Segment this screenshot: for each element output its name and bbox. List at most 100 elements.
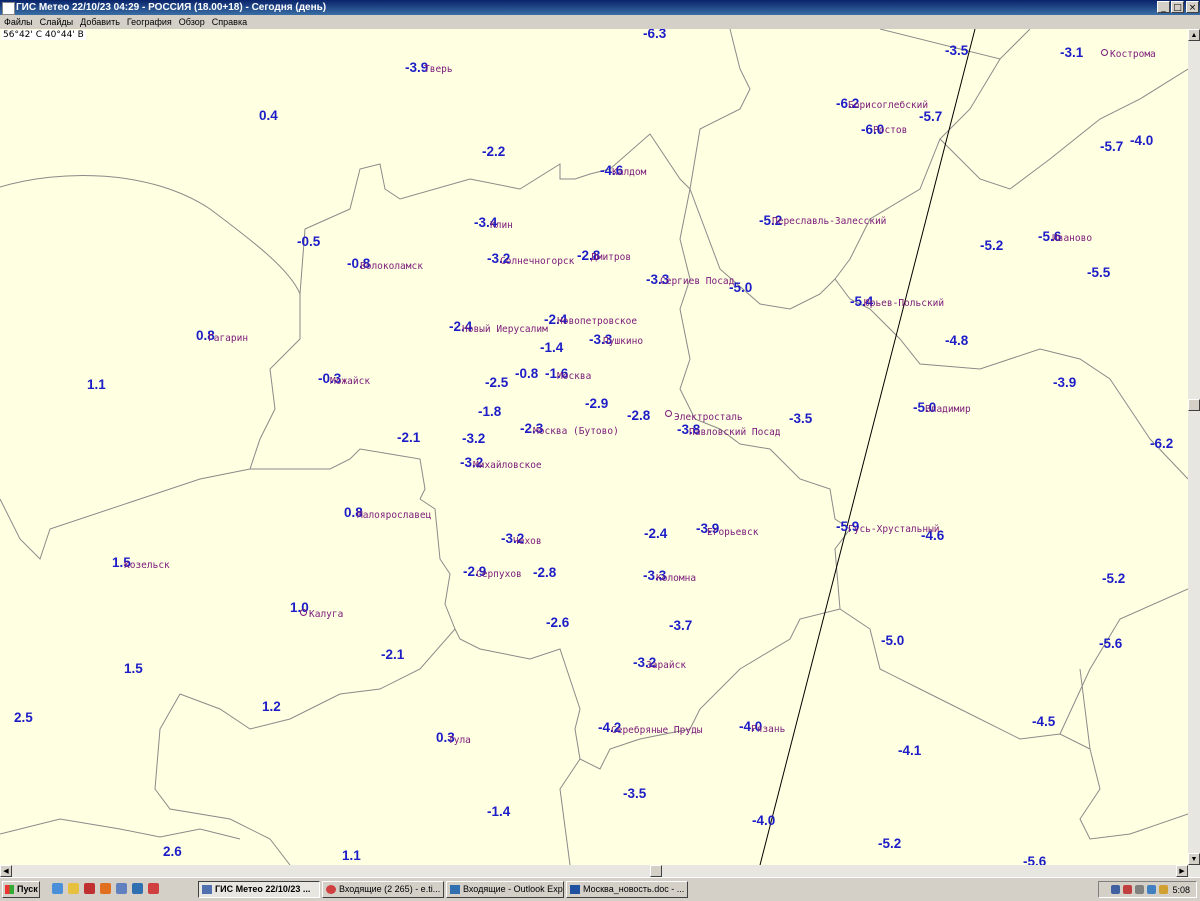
language-icon[interactable]	[1159, 885, 1168, 894]
temperature-label: -6.3	[643, 29, 667, 41]
temperature-label: -3.5	[623, 786, 647, 801]
city-label[interactable]: Зарайск	[646, 660, 686, 671]
start-label: Пуск	[17, 884, 38, 894]
task-label: ГИС Метео 22/10/23 ...	[215, 884, 311, 894]
start-button[interactable]: Пуск	[2, 881, 40, 898]
network-icon[interactable]	[1111, 885, 1120, 894]
city-label[interactable]: Сергиев Посад	[660, 276, 734, 287]
city-marker	[1101, 49, 1108, 56]
scroll-right-arrow-icon[interactable]: ▶	[1176, 865, 1188, 877]
close-button[interactable]: ×	[1186, 1, 1199, 13]
temperature-label: -5.0	[881, 633, 905, 648]
city-label[interactable]: Солнечногорск	[500, 256, 574, 267]
city-label[interactable]: Новопетровское	[557, 316, 637, 327]
volume-icon[interactable]	[1135, 885, 1144, 894]
city-label[interactable]: Гусь-Хрустальный	[848, 524, 940, 535]
city-label[interactable]: Калдом	[612, 167, 646, 178]
task-chrome-inbox[interactable]: Входящие (2 265) - e.ti...	[322, 881, 444, 898]
city-label[interactable]: Новый Иерусалим	[462, 324, 548, 335]
city-label[interactable]: Тула	[448, 735, 471, 746]
restore-button[interactable]: □	[1171, 1, 1184, 13]
taskbar: Пуск ГИС Метео 22/10/23 ... Входящие (2 …	[0, 877, 1200, 901]
city-label[interactable]: Тверь	[424, 64, 453, 75]
temperature-label: -5.2	[980, 238, 1004, 253]
vertical-scroll-thumb[interactable]	[1188, 399, 1200, 411]
city-label[interactable]: Чехов	[513, 536, 542, 547]
temperature-label: -2.1	[381, 647, 405, 662]
temperature-label: -5.5	[1087, 265, 1111, 280]
minimize-button[interactable]: _	[1157, 1, 1170, 13]
menu-file[interactable]: Файлы	[4, 17, 33, 27]
outlook-icon	[450, 885, 460, 894]
task-word-doc[interactable]: Москва_новость.doc - ...	[566, 881, 688, 898]
city-label[interactable]: Иваново	[1052, 233, 1092, 244]
temperature-label: -0.8	[515, 366, 539, 381]
tray-app-icon[interactable]	[1147, 885, 1156, 894]
city-label[interactable]: Можайск	[330, 376, 370, 387]
temperature-label: -3.2	[462, 431, 486, 446]
horizontal-scroll-thumb[interactable]	[650, 865, 662, 877]
city-label[interactable]: Серпухов	[476, 569, 522, 580]
city-label[interactable]: Дмитров	[591, 252, 631, 263]
task-gis-meteo[interactable]: ГИС Метео 22/10/23 ...	[198, 881, 320, 898]
city-label[interactable]: Переславль-Залесский	[772, 216, 886, 227]
city-label[interactable]: Москва (Бутово)	[533, 426, 619, 437]
city-marker	[665, 410, 672, 417]
folder-icon[interactable]	[68, 883, 79, 894]
app-icon	[2, 2, 15, 15]
city-label[interactable]: Калуга	[309, 609, 343, 620]
temperature-label: -1.8	[478, 404, 502, 419]
menu-slides[interactable]: Слайды	[40, 17, 74, 27]
city-label[interactable]: Рязань	[751, 724, 785, 735]
city-label[interactable]: Коломна	[656, 573, 696, 584]
chrome-icon[interactable]	[148, 883, 159, 894]
city-label[interactable]: Козельск	[124, 560, 170, 571]
scroll-down-arrow-icon[interactable]: ▼	[1188, 853, 1200, 865]
menu-geography[interactable]: География	[127, 17, 172, 27]
task-outlook-express[interactable]: Входящие - Outlook Exp...	[446, 881, 564, 898]
word-icon	[570, 885, 580, 894]
city-label[interactable]: Ростов	[873, 125, 907, 136]
desktop-icon[interactable]	[116, 883, 127, 894]
scroll-left-arrow-icon[interactable]: ◀	[0, 865, 12, 877]
ie-icon[interactable]	[52, 883, 63, 894]
city-label[interactable]: Егорьевск	[707, 527, 758, 538]
region-borders	[0, 29, 1188, 865]
city-label[interactable]: Клин	[490, 220, 513, 231]
city-label[interactable]: Юрьев-Польский	[864, 298, 944, 309]
temperature-label: 1.1	[87, 377, 106, 392]
city-label[interactable]: Владимир	[925, 404, 971, 415]
task-label: Москва_новость.doc - ...	[583, 884, 685, 894]
city-label[interactable]: Малоярославец	[357, 510, 431, 521]
temperature-label: 0.4	[259, 108, 278, 123]
city-label[interactable]: Пушкино	[603, 336, 643, 347]
antivirus-icon[interactable]	[1123, 885, 1132, 894]
temperature-label: 2.5	[14, 710, 33, 725]
task-label: Входящие (2 265) - e.ti...	[339, 884, 441, 894]
scroll-up-arrow-icon[interactable]: ▲	[1188, 29, 1200, 41]
vertical-scrollbar[interactable]: ▲ ▼	[1188, 29, 1200, 865]
city-label[interactable]: Волоколамск	[360, 261, 423, 272]
outlook-icon[interactable]	[132, 883, 143, 894]
city-label[interactable]: Борисоглебский	[848, 100, 928, 111]
weather-map[interactable]: 56°42' С 40°44' В -6.3 -3.5 -3.1 -3.9 0.…	[0, 29, 1188, 865]
city-label[interactable]: Кострома	[1110, 49, 1156, 60]
temperature-label: -4.1	[898, 743, 922, 758]
menu-help[interactable]: Справка	[212, 17, 247, 27]
app-icon[interactable]	[84, 883, 95, 894]
city-label[interactable]: Павловский Посад	[689, 427, 781, 438]
clock[interactable]: 5:08	[1172, 883, 1190, 897]
city-label[interactable]: Москва	[557, 371, 591, 382]
firefox-icon[interactable]	[100, 883, 111, 894]
horizontal-scrollbar[interactable]: ◀ ▶	[0, 865, 1200, 877]
menu-add[interactable]: Добавить	[80, 17, 120, 27]
temperature-label: -5.7	[919, 109, 943, 124]
city-label[interactable]: Михайловское	[473, 460, 542, 471]
city-marker	[300, 609, 307, 616]
title-bar: ГИС Метео 22/10/23 04:29 - РОССИЯ (18.00…	[0, 0, 1200, 15]
temperature-label: -4.0	[752, 813, 776, 828]
menu-view[interactable]: Обзор	[179, 17, 205, 27]
city-label[interactable]: Гагарин	[208, 333, 248, 344]
city-label[interactable]: Электросталь	[674, 412, 743, 423]
city-label[interactable]: Серебряные Пруды	[611, 725, 703, 736]
